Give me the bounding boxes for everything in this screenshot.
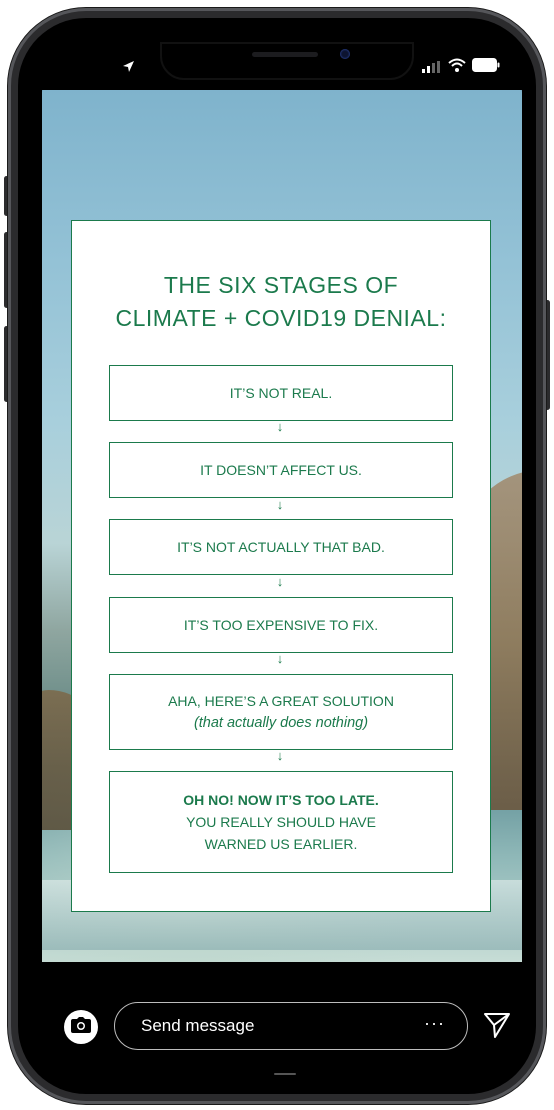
down-arrow-icon: ↓: [276, 574, 284, 589]
stage-box-3: IT’S NOT ACTUALLY THAT BAD.: [109, 519, 453, 575]
camera-icon: [71, 1016, 91, 1038]
location-arrow-icon: [122, 60, 135, 76]
notch: [160, 42, 414, 80]
down-arrow-icon: ↓: [276, 497, 284, 512]
stage-text: IT DOESN’T AFFECT US.: [200, 462, 362, 478]
status-bar: [42, 42, 522, 90]
speaker-grille: [252, 52, 318, 57]
battery-icon: [472, 58, 500, 75]
phone-screen: THE SIX STAGES OF CLIMATE + COVID19 DENI…: [42, 42, 522, 1082]
camera-button[interactable]: [64, 1010, 98, 1044]
send-message-input[interactable]: Send message ···: [114, 1002, 468, 1050]
down-arrow-icon: ↓: [276, 748, 284, 763]
home-indicator: [274, 1073, 296, 1075]
message-placeholder: Send message: [141, 1016, 255, 1035]
stage-box-5: AHA, HERE’S A GREAT SOLUTION (that actua…: [109, 674, 453, 750]
stage-subtext: (that actually does nothing): [193, 715, 369, 731]
front-camera: [340, 49, 350, 59]
stage-box-2: IT DOESN’T AFFECT US.: [109, 442, 453, 498]
stage-subtext: WARNED US EARLIER.: [204, 836, 358, 852]
title-line-2: CLIMATE + COVID19 DENIAL:: [115, 305, 447, 331]
stage-text: IT’S NOT REAL.: [229, 385, 333, 401]
infographic-card: THE SIX STAGES OF CLIMATE + COVID19 DENI…: [71, 220, 491, 912]
stage-box-6: OH NO! NOW IT’S TOO LATE. YOU REALLY SHO…: [109, 771, 453, 873]
stage-box-4: IT’S TOO EXPENSIVE TO FIX.: [109, 597, 453, 653]
stage-text: IT’S NOT ACTUALLY THAT BAD.: [177, 539, 385, 555]
down-arrow-icon: ↓: [276, 419, 284, 434]
stage-box-1: IT’S NOT REAL.: [109, 365, 453, 421]
wifi-icon: [448, 58, 466, 75]
infographic-title: THE SIX STAGES OF CLIMATE + COVID19 DENI…: [72, 269, 490, 335]
down-arrow-icon: ↓: [276, 651, 284, 666]
stage-text: OH NO! NOW IT’S TOO LATE.: [183, 792, 379, 808]
story-reply-bar: Send message ···: [42, 962, 522, 1082]
signal-icon: [422, 60, 440, 76]
stage-text: AHA, HERE’S A GREAT SOLUTION: [168, 693, 394, 709]
stage-subtext: YOU REALLY SHOULD HAVE: [186, 814, 376, 830]
more-icon[interactable]: ···: [424, 1013, 445, 1034]
title-line-1: THE SIX STAGES OF: [163, 272, 399, 298]
send-icon[interactable]: [482, 1010, 512, 1040]
story-background-photo: THE SIX STAGES OF CLIMATE + COVID19 DENI…: [42, 90, 522, 962]
stage-text: IT’S TOO EXPENSIVE TO FIX.: [183, 617, 379, 633]
